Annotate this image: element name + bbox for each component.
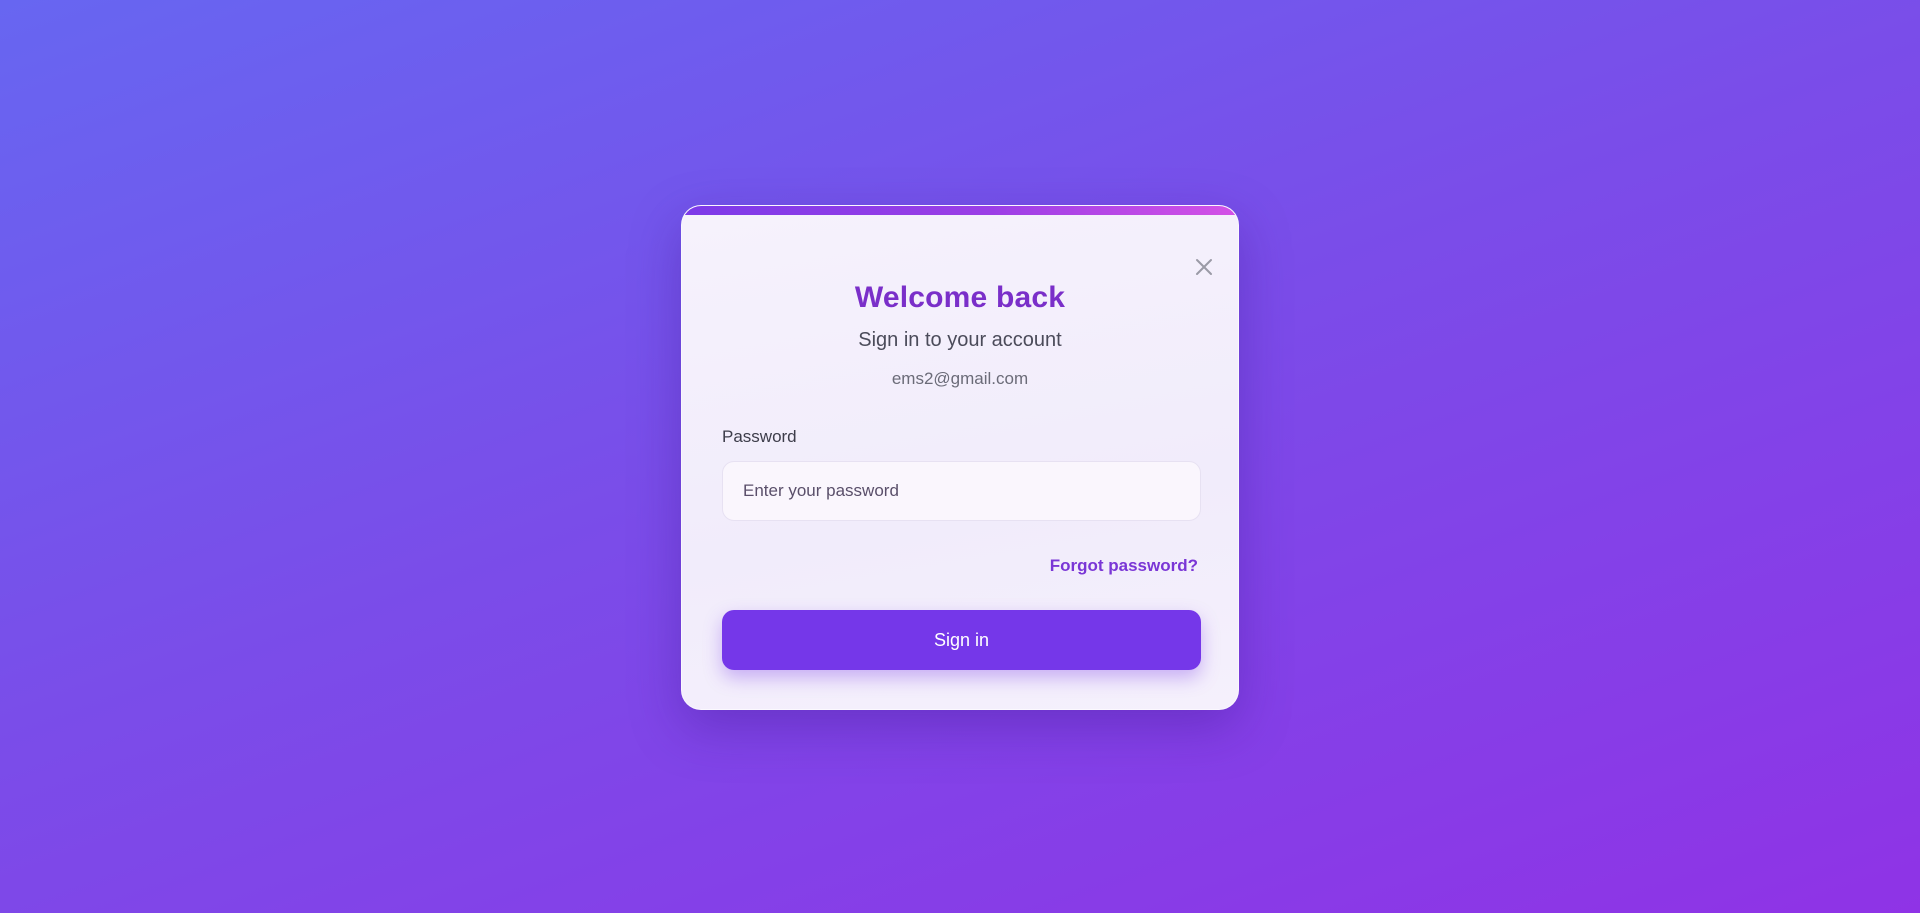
page-background: { "modal": { "title": "Welcome back", "s… xyxy=(0,0,1920,913)
close-button[interactable] xyxy=(1192,255,1216,279)
password-input[interactable] xyxy=(722,461,1201,521)
forgot-password-link[interactable]: Forgot password? xyxy=(1050,556,1198,576)
dialog-title: Welcome back xyxy=(854,281,1066,314)
dialog-accent-bar xyxy=(682,206,1238,215)
close-icon xyxy=(1196,259,1212,275)
sign-in-button[interactable]: Sign in xyxy=(722,610,1201,670)
password-label: Password xyxy=(722,427,797,446)
sign-in-dialog: Welcome back Sign in to your account ems… xyxy=(681,205,1239,710)
account-email: ems2@gmail.com xyxy=(891,369,1029,388)
dialog-subtitle: Sign in to your account xyxy=(858,329,1062,351)
